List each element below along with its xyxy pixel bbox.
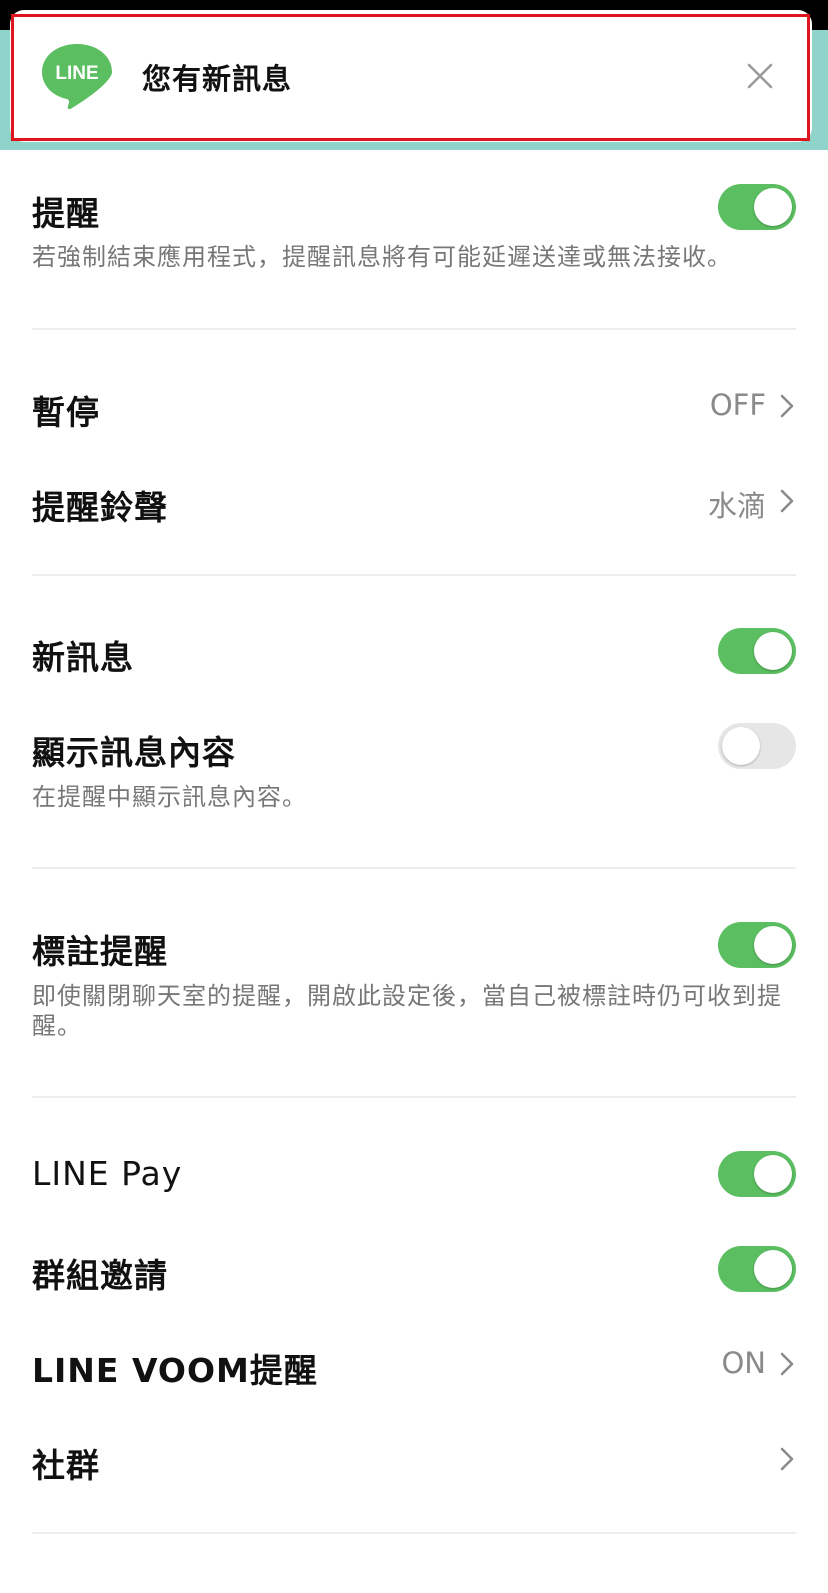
toggle-knob (754, 188, 792, 226)
group-invites-toggle[interactable] (718, 1246, 796, 1292)
toggle-knob (754, 1250, 792, 1288)
setting-group-invites[interactable]: 群組邀請 (32, 1245, 796, 1299)
chevron-right-icon (780, 1352, 794, 1376)
setting-title: 暫停 (32, 393, 100, 432)
divider (32, 1096, 796, 1098)
line-pay-toggle[interactable] (718, 1151, 796, 1197)
setting-value: 水滴 (707, 489, 766, 523)
toggle-knob (754, 1155, 792, 1193)
setting-mention-alerts[interactable]: 標註提醒 即使關閉聊天室的提醒，開啟此設定後，當自己被標註時仍可收到提醒。 (32, 921, 796, 1051)
setting-value: ON (721, 1346, 766, 1380)
line-logo-icon: LINE (42, 44, 112, 110)
divider (32, 867, 796, 869)
line-logo-text: LINE (55, 63, 98, 84)
mention-alerts-toggle[interactable] (718, 922, 796, 968)
chevron-right-icon (780, 489, 794, 513)
setting-ringtone[interactable]: 提醒鈴聲 水滴 (32, 477, 796, 527)
setting-title: 提醒鈴聲 (32, 488, 168, 527)
setting-description: 在提醒中顯示訊息內容。 (32, 783, 307, 811)
setting-title: 新訊息 (32, 638, 134, 677)
setting-new-messages[interactable]: 新訊息 (32, 627, 796, 681)
divider (32, 1532, 796, 1534)
setting-description: 即使關閉聊天室的提醒，開啟此設定後，當自己被標註時仍可收到提醒。 (32, 982, 782, 1040)
toggle-knob (722, 727, 760, 765)
setting-line-voom[interactable]: LINE VOOM提醒 ON (32, 1340, 796, 1390)
setting-title: 提醒 (32, 194, 100, 233)
setting-title: LINE Pay (32, 1154, 183, 1193)
setting-notifications[interactable]: 提醒 若強制結束應用程式，提醒訊息將有可能延遲送達或無法接收。 (32, 180, 796, 300)
divider (32, 328, 796, 330)
notification-banner[interactable] (10, 10, 812, 142)
setting-pause[interactable]: 暫停 OFF (32, 382, 796, 432)
setting-title: 社群 (32, 1446, 100, 1485)
setting-line-pay[interactable]: LINE Pay (32, 1150, 796, 1204)
setting-value: OFF (709, 388, 766, 422)
new-messages-toggle[interactable] (718, 628, 796, 674)
notifications-toggle[interactable] (718, 184, 796, 230)
notification-settings-screen: LINE 您有新訊息 提醒 若強制結束應用程式，提醒訊息將有可能延遲送達或無法接… (0, 0, 828, 1593)
show-message-content-toggle[interactable] (718, 723, 796, 769)
close-icon[interactable] (746, 62, 774, 90)
notification-message: 您有新訊息 (142, 62, 293, 96)
setting-community[interactable]: 社群 (32, 1435, 796, 1485)
setting-title: LINE VOOM提醒 (32, 1351, 318, 1390)
setting-show-message-content[interactable]: 顯示訊息內容 在提醒中顯示訊息內容。 (32, 722, 796, 822)
setting-description: 若強制結束應用程式，提醒訊息將有可能延遲送達或無法接收。 (32, 243, 732, 271)
setting-title: 顯示訊息內容 (32, 733, 236, 772)
toggle-knob (754, 926, 792, 964)
chevron-right-icon (780, 1447, 794, 1471)
chevron-right-icon (780, 394, 794, 418)
divider (32, 574, 796, 576)
toggle-knob (754, 632, 792, 670)
setting-title: 群組邀請 (32, 1256, 168, 1295)
setting-title: 標註提醒 (32, 932, 168, 971)
